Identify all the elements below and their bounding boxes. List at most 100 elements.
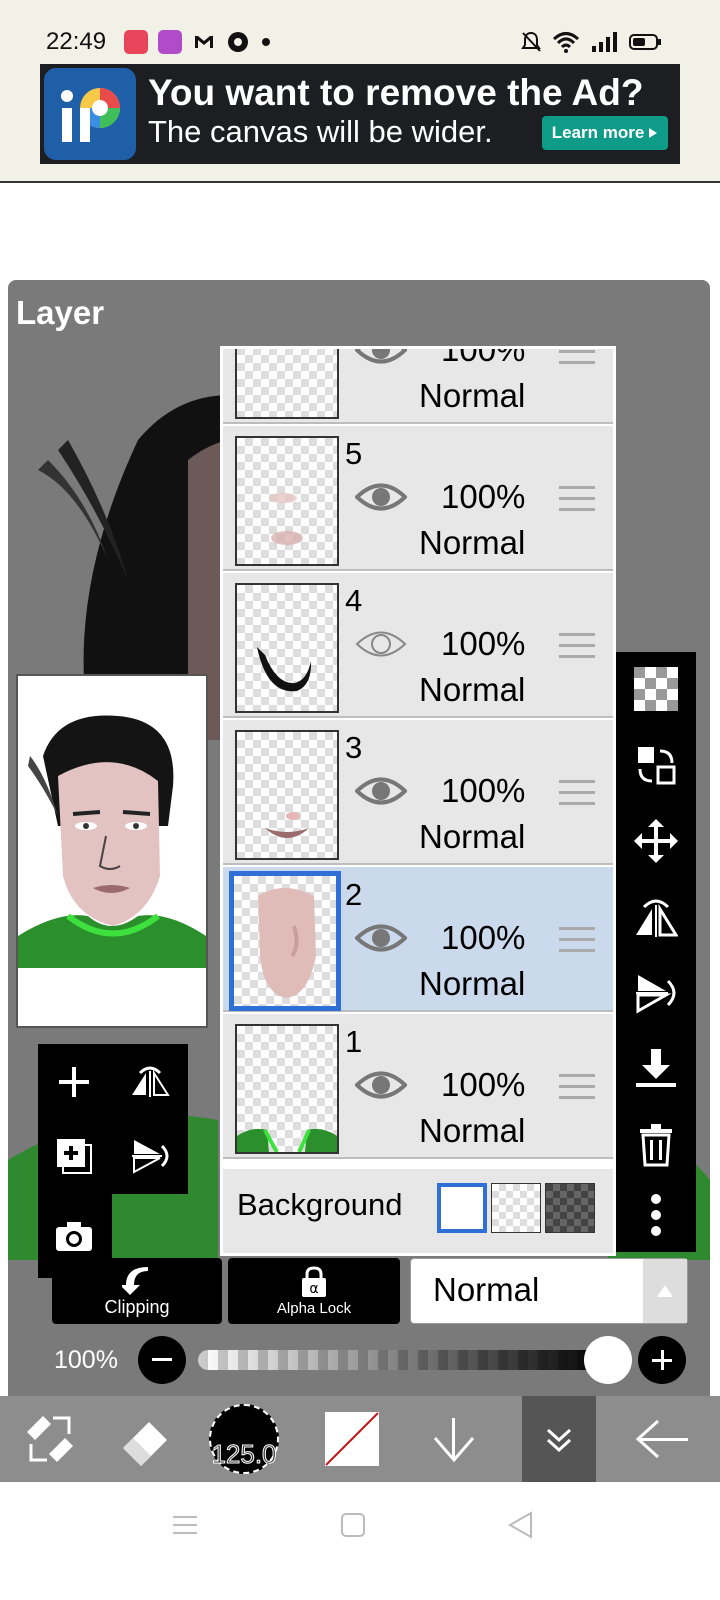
opacity-slider-knob[interactable] — [584, 1336, 632, 1384]
merge-down-button[interactable] — [616, 1032, 696, 1106]
chrome-icon — [228, 32, 248, 52]
flip-horizontal-icon — [132, 1066, 170, 1097]
layer-down-button[interactable] — [404, 1396, 504, 1482]
transparency-button[interactable] — [616, 652, 696, 726]
layer-row-selected[interactable]: 2 100% Normal — [223, 867, 613, 1012]
tool-select-button[interactable] — [0, 1396, 100, 1482]
color-button[interactable] — [302, 1396, 402, 1482]
layer-blend-mode: Normal — [419, 671, 526, 708]
layer-panel: Layer 100% Normal 5 100% Normal 4 100% N… — [8, 280, 710, 1420]
drag-handle[interactable] — [559, 1074, 595, 1107]
layer-opacity: 100% — [441, 919, 526, 956]
reference-layer-button[interactable] — [616, 728, 696, 802]
layer-opacity: 100% — [441, 346, 526, 368]
import-photo-button[interactable] — [44, 1206, 104, 1266]
home-icon[interactable] — [340, 1512, 366, 1538]
layer-blend-mode: Normal — [419, 965, 526, 1002]
layer-list[interactable]: 100% Normal 5 100% Normal 4 100% Normal … — [220, 346, 616, 1256]
eye-icon — [354, 349, 408, 364]
layer-number: 4 — [345, 583, 363, 618]
visibility-toggle[interactable] — [355, 627, 407, 666]
layer-number: 3 — [345, 730, 363, 765]
learn-more-label: Learn more — [551, 123, 645, 142]
layer-thumbnail — [235, 730, 339, 860]
visibility-toggle[interactable] — [354, 349, 408, 372]
eraser-button[interactable] — [96, 1396, 196, 1482]
layer-thumbnail — [229, 871, 341, 1011]
alpha-lock-button[interactable]: α Alpha Lock — [228, 1258, 400, 1324]
eye-icon — [354, 483, 408, 511]
blend-mode-arrow[interactable] — [643, 1259, 687, 1323]
flip-horizontal-button[interactable] — [120, 1052, 180, 1112]
learn-more-button[interactable]: Learn more — [542, 116, 668, 150]
drag-handle[interactable] — [559, 633, 595, 666]
brush-size-button[interactable]: 125.0 — [194, 1396, 294, 1482]
layer-row[interactable]: 100% Normal — [223, 346, 613, 424]
ad-banner[interactable]: You want to remove the Ad? The canvas wi… — [40, 64, 680, 164]
brush-size-label: 125.0 — [211, 1439, 277, 1470]
menu-icon[interactable] — [172, 1512, 198, 1538]
layer-blend-mode: Normal — [419, 1112, 526, 1149]
plus-icon — [59, 1067, 89, 1097]
layer-action-tools — [38, 1044, 188, 1278]
canvas-preview[interactable] — [16, 674, 208, 1028]
layer-panel-toggle[interactable] — [522, 1396, 596, 1482]
layer-opacity: 100% — [441, 625, 526, 662]
flip-horizontal-right-button[interactable] — [616, 880, 696, 954]
status-bar: 22:49 You want to remove the Ad? The can… — [0, 0, 720, 182]
visibility-toggle[interactable] — [354, 480, 408, 519]
lock-alpha-icon: α — [302, 1265, 326, 1297]
more-vertical-icon — [651, 1194, 661, 1236]
avatar-app-icon — [158, 30, 182, 54]
opacity-slider[interactable] — [198, 1350, 608, 1370]
background-row: Background — [223, 1169, 613, 1253]
preview-portrait — [18, 715, 206, 968]
checkerboard-icon — [634, 667, 678, 711]
camera-icon — [56, 1222, 92, 1251]
eye-icon — [354, 924, 408, 952]
background-white-swatch[interactable] — [437, 1183, 487, 1233]
opacity-decrease-button[interactable] — [138, 1336, 186, 1384]
opacity-slider-row: 100% — [8, 1336, 710, 1386]
drag-handle[interactable] — [559, 349, 595, 372]
eye-icon — [354, 1071, 408, 1099]
more-options-button[interactable] — [616, 1178, 696, 1252]
layer-opacity: 100% — [441, 772, 526, 809]
layer-row[interactable]: 3 100% Normal — [223, 720, 613, 865]
back-button[interactable] — [612, 1396, 712, 1482]
flip-vertical-right-button[interactable] — [616, 956, 696, 1030]
blend-mode-select[interactable]: Normal — [410, 1258, 688, 1324]
swap-layer-icon — [638, 747, 676, 785]
layer-row[interactable]: 1 100% Normal — [223, 1014, 613, 1159]
visibility-toggle[interactable] — [354, 921, 408, 960]
wifi-icon — [552, 32, 580, 53]
move-button[interactable] — [616, 804, 696, 878]
duplicate-layer-button[interactable] — [44, 1126, 104, 1186]
clipping-button[interactable]: Clipping — [52, 1258, 222, 1324]
background-transparent-swatch[interactable] — [491, 1183, 541, 1233]
battery-icon — [629, 34, 661, 50]
right-toolbar — [616, 652, 696, 1252]
delete-layer-button[interactable] — [616, 1108, 696, 1182]
layer-row[interactable]: 5 100% Normal — [223, 426, 613, 571]
drag-handle[interactable] — [559, 927, 595, 960]
flip-vertical-button[interactable] — [120, 1126, 180, 1186]
add-layer-button[interactable] — [44, 1052, 104, 1112]
visibility-toggle[interactable] — [354, 1068, 408, 1107]
transform-tool-icon — [27, 1416, 73, 1462]
ad-title: You want to remove the Ad? — [148, 72, 644, 113]
back-triangle-icon[interactable] — [506, 1510, 534, 1540]
opacity-increase-button[interactable] — [638, 1336, 686, 1384]
duplicate-icon — [57, 1139, 92, 1174]
layer-row[interactable]: 4 100% Normal — [223, 573, 613, 718]
ibispaint-logo — [44, 68, 136, 160]
drag-handle[interactable] — [559, 486, 595, 519]
blend-mode-value: Normal — [433, 1271, 540, 1308]
main-toolbar: 125.0 — [0, 1396, 720, 1482]
background-dark-swatch[interactable] — [545, 1183, 595, 1233]
arrow-down-icon — [433, 1418, 475, 1463]
drag-handle[interactable] — [559, 780, 595, 813]
merge-down-icon — [636, 1049, 676, 1087]
visibility-toggle[interactable] — [354, 774, 408, 813]
dot-icon — [262, 38, 270, 46]
